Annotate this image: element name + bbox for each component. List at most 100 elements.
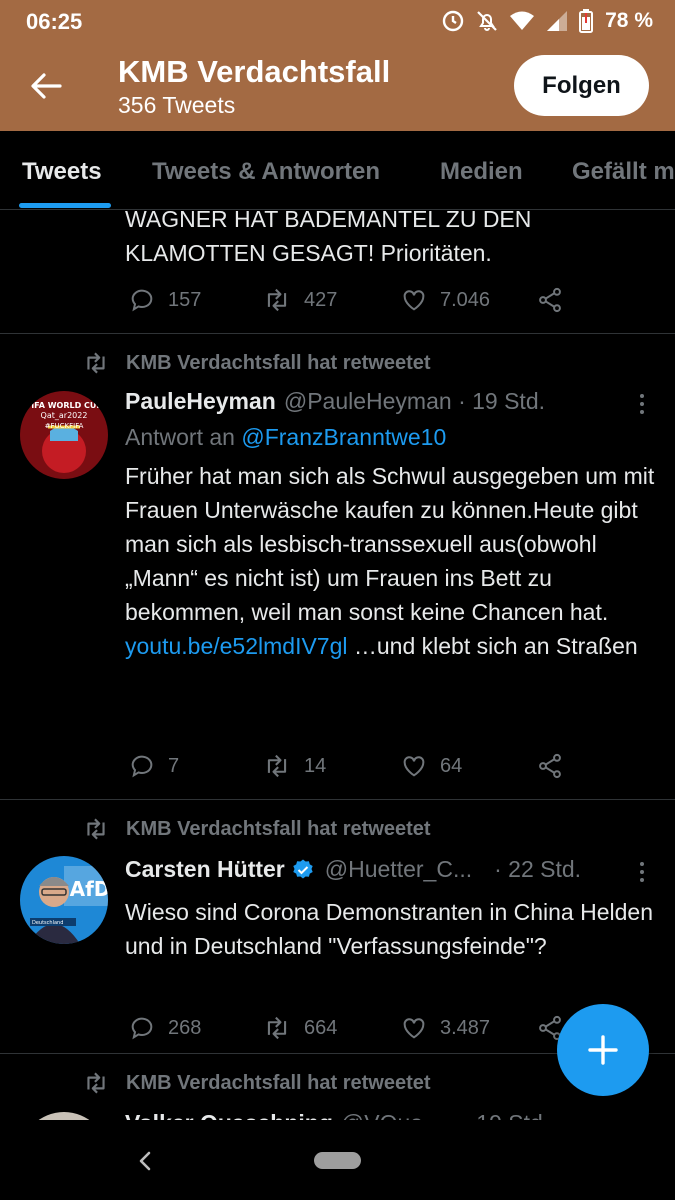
share-button[interactable] — [536, 752, 564, 780]
retweet-icon — [87, 1072, 105, 1094]
battery-icon — [579, 9, 594, 33]
system-back-button[interactable] — [130, 1146, 160, 1176]
heart-icon — [403, 1018, 425, 1039]
heart-icon — [403, 290, 425, 311]
share-button[interactable] — [536, 286, 564, 314]
tab-media[interactable]: Medien — [440, 158, 523, 186]
more-options-button[interactable] — [632, 858, 652, 886]
tab-likes[interactable]: Gefällt mir — [572, 158, 675, 186]
tweet-time: · 19 Std. — [462, 1110, 549, 1120]
like-count: 3.487 — [440, 1016, 491, 1039]
avatar-image: AfD Deutschland — [20, 856, 108, 944]
author-name[interactable]: Carsten Hütter — [125, 856, 285, 883]
more-options-button[interactable] — [632, 390, 652, 418]
tweet-text: Früher hat man sich als Schwul ausgegebe… — [125, 459, 655, 663]
reply-button[interactable]: 268 — [128, 1014, 201, 1042]
retweet-icon — [267, 754, 287, 778]
heart-icon — [403, 756, 425, 777]
retweet-button[interactable]: 14 — [262, 752, 326, 780]
retweet-icon — [87, 352, 105, 374]
tweet-link[interactable]: youtu.be/e52lmdIV7gl — [125, 633, 348, 659]
retweeted-by: KMB Verdachtsfall hat retweetet — [126, 817, 431, 840]
retweet-button[interactable]: 664 — [262, 1014, 337, 1042]
retweet-indicator: KMB Verdachtsfall hat retweetet — [82, 1070, 431, 1096]
reply-icon — [131, 1017, 153, 1040]
compose-tweet-button[interactable] — [557, 1004, 649, 1096]
tab-tweets[interactable]: Tweets — [22, 158, 102, 186]
status-icons: 78 % — [441, 7, 653, 35]
tweet-actions: 268 664 3.487 — [128, 1014, 568, 1044]
status-bar: 06:25 78 % — [0, 0, 675, 42]
reply-count: 268 — [168, 1016, 202, 1039]
avatar[interactable] — [20, 1112, 108, 1120]
avatar-text: Qat_ar2022 — [41, 411, 88, 420]
follow-button[interactable]: Folgen — [514, 55, 649, 116]
author-name[interactable]: Volker Quaschning — [125, 1110, 333, 1120]
retweet-icon — [87, 818, 105, 840]
active-tab-indicator — [19, 203, 111, 208]
tweet-item[interactable]: KMB Verdachtsfall hat retweetet FIFA WOR… — [0, 334, 675, 800]
profile-title: KMB Verdachtsfall — [118, 54, 391, 89]
profile-tabs: Tweets Tweets & Antworten Medien Gefällt… — [0, 131, 675, 210]
reply-icon — [131, 755, 153, 778]
battery-level: 78 % — [605, 9, 653, 32]
back-button[interactable] — [26, 66, 66, 106]
like-button[interactable]: 64 — [400, 752, 462, 780]
like-count: 64 — [440, 754, 463, 777]
share-icon — [539, 753, 561, 779]
avatar-text: #FUCKFIFA — [45, 422, 84, 430]
tweet-author-line: PauleHeyman @PauleHeyman · 19 Std. — [125, 388, 545, 415]
avatar-text: AfD — [70, 877, 108, 901]
avatar-image: FIFA WORLD CUP Qat_ar2022 #FUCKFIFA — [20, 391, 108, 479]
avatar[interactable]: FIFA WORLD CUP Qat_ar2022 #FUCKFIFA — [20, 391, 108, 479]
reply-button[interactable]: 7 — [128, 752, 179, 780]
author-handle: @VQua... — [341, 1110, 442, 1120]
like-button[interactable]: 3.487 — [400, 1014, 490, 1042]
retweet-count: 14 — [304, 754, 327, 777]
status-time: 06:25 — [26, 9, 83, 34]
signal-icon — [547, 11, 568, 31]
verified-badge-icon — [293, 859, 313, 878]
retweeted-by: KMB Verdachtsfall hat retweetet — [126, 1071, 431, 1094]
tweet-feed[interactable]: WAGNER HAT BADEMANTEL ZU DEN KLAMOTTEN G… — [0, 210, 675, 1120]
tweet-text: WAGNER HAT BADEMANTEL ZU DEN KLAMOTTEN G… — [125, 210, 655, 270]
system-home-pill[interactable] — [314, 1152, 361, 1169]
profile-header: 06:25 78 % KMB Verdachtsfall 356 Tweets … — [0, 0, 675, 131]
retweet-icon — [267, 288, 287, 312]
like-button[interactable]: 7.046 — [400, 286, 490, 314]
reply-prefix: Antwort an — [125, 424, 242, 450]
reply-handle-link[interactable]: @FranzBranntwe10 — [241, 424, 446, 450]
retweet-icon — [267, 1016, 287, 1040]
avatar-text: Deutschland — [32, 920, 63, 926]
retweet-indicator: KMB Verdachtsfall hat retweetet — [82, 350, 431, 376]
chevron-left-icon — [139, 1151, 151, 1171]
share-icon — [539, 287, 561, 313]
retweet-indicator: KMB Verdachtsfall hat retweetet — [82, 816, 431, 842]
author-handle: @Huetter_C... — [324, 856, 473, 882]
tweet-actions: 7 14 64 — [128, 752, 568, 782]
plus-icon — [588, 1035, 618, 1065]
tweet-item[interactable]: WAGNER HAT BADEMANTEL ZU DEN KLAMOTTEN G… — [0, 210, 675, 334]
retweet-count: 664 — [304, 1016, 338, 1039]
tweet-author-line: Volker Quaschning @VQua... · 19 Std. — [125, 1110, 549, 1120]
tweet-body-tail: …und klebt sich an Straßen — [347, 633, 638, 659]
mute-icon — [477, 11, 497, 31]
tweet-body: Früher hat man sich als Schwul ausgegebe… — [125, 463, 655, 625]
tweet-text-line: WAGNER HAT BADEMANTEL ZU DEN — [125, 210, 532, 232]
retweet-button[interactable]: 427 — [262, 286, 337, 314]
reply-count: 7 — [168, 754, 180, 777]
sync-icon — [442, 10, 464, 32]
tweet-actions: 157 427 7.046 — [128, 286, 568, 316]
avatar[interactable]: AfD Deutschland — [20, 856, 108, 944]
author-name[interactable]: PauleHeyman — [125, 388, 276, 415]
tab-tweets-and-replies[interactable]: Tweets & Antworten — [152, 158, 380, 186]
tweet-author-line: Carsten Hütter @Huetter_C... · 22 Std. — [125, 856, 581, 883]
like-count: 7.046 — [440, 288, 491, 311]
arrow-left-icon — [31, 73, 62, 99]
tweet-count: 356 Tweets — [118, 92, 236, 118]
tweet-time: · 22 Std. — [494, 856, 582, 882]
retweeted-by: KMB Verdachtsfall hat retweetet — [126, 351, 431, 374]
tweet-text: Wieso sind Corona Demonstranten in China… — [125, 899, 654, 959]
wifi-icon — [510, 11, 535, 30]
reply-button[interactable]: 157 — [128, 286, 201, 314]
